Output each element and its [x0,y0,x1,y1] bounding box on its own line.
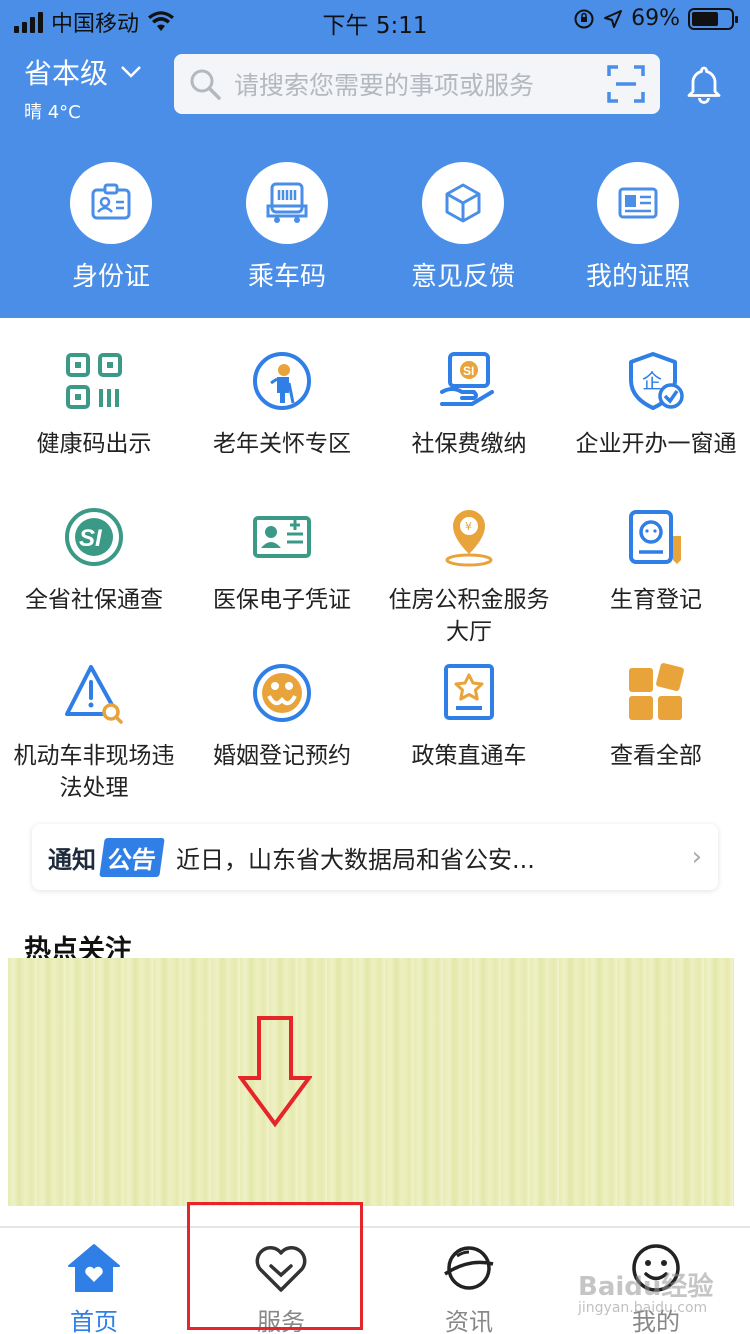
scan-icon[interactable] [606,64,646,104]
svg-text:SI: SI [79,525,103,552]
service-housing-fund[interactable]: ¥ 住房公积金服务大厅 [375,502,563,648]
quick-action-feedback[interactable]: 意见反馈 [388,162,538,293]
tab-home[interactable]: 首页 [0,1242,188,1334]
rotation-lock-icon [574,9,594,28]
enterprise-shield-icon: 企 [629,352,684,410]
svg-text:企: 企 [642,369,662,393]
annotation-arrow-icon [238,1016,312,1128]
planet-icon [444,1246,494,1290]
service-health-code[interactable]: 健康码出示 [0,346,188,460]
location-name: 省本级 [24,57,109,90]
chevron-right-icon: › [691,842,702,872]
notice-bar[interactable]: 通知 公告 近日，山东省大数据局和省公安... › [32,824,718,890]
battery-icon [688,7,738,30]
quick-action-label: 身份证 [71,262,150,292]
tab-news[interactable]: 资讯 [375,1242,563,1334]
social-security-logo-icon: SI [65,508,123,566]
weather-label: 晴 4°C [24,102,81,123]
service-enterprise[interactable]: 企 企业开办一窗通 [562,346,750,460]
service-label: 健康码出示 [36,431,152,457]
watermark-url: jingyan.baidu.com [578,1300,708,1316]
bell-icon[interactable] [684,64,724,104]
quick-action-bus-code[interactable]: 乘车码 [212,162,362,293]
battery-percent: 69% [631,6,680,31]
service-birth-register[interactable]: 生育登记 [562,502,750,616]
tab-label: 首页 [70,1308,118,1334]
quick-action-label: 乘车码 [247,262,326,292]
status-bar: 中国移动 下午 5:11 69% [0,0,750,40]
hot-banner[interactable] [8,958,734,1206]
social-security-pay-icon: SI [440,352,494,406]
service-view-all[interactable]: 查看全部 [562,658,750,772]
quick-action-label: 意见反馈 [410,262,515,292]
chevron-down-icon [121,66,141,78]
service-label: 机动车非现场违法处理 [13,743,175,801]
svg-text:¥: ¥ [465,520,472,533]
policy-book-icon [444,664,494,720]
location-selector[interactable]: 省本级 晴 4°C [24,52,142,124]
announcement-tag: 公告 [99,837,165,877]
service-social-security-pay[interactable]: SI 社保费缴纳 [375,346,563,460]
service-label: 企业开办一窗通 [575,431,737,457]
license-icon [618,187,658,219]
tab-label: 资讯 [445,1308,493,1334]
quick-action-id-card[interactable]: 身份证 [36,162,186,293]
bus-code-icon [266,182,308,223]
service-marriage[interactable]: 婚姻登记预约 [188,658,376,772]
service-label: 社保费缴纳 [411,431,527,457]
qr-code-icon [66,353,122,409]
service-medical-card[interactable]: 医保电子凭证 [188,502,376,616]
service-elderly-care[interactable]: 老年关怀专区 [188,346,376,460]
service-label: 老年关怀专区 [213,431,351,457]
watermark: Baidu经验 [578,1272,714,1302]
service-label: 政策直通车 [411,743,527,769]
annotation-highlight-box [187,1202,363,1330]
feedback-box-icon [445,183,481,223]
service-label: 住房公积金服务大厅 [388,587,550,645]
quick-action-label: 我的证照 [585,262,690,292]
service-label: 医保电子凭证 [213,587,351,613]
location-arrow-icon [604,9,623,28]
search-icon [190,69,221,100]
housing-fund-pin-icon: ¥ [445,510,493,567]
id-card-icon [91,183,131,220]
birth-register-icon [629,510,681,564]
medical-card-icon [253,516,311,558]
service-policy[interactable]: 政策直通车 [375,658,563,772]
service-label: 全省社保通查 [25,587,163,613]
service-social-security-query[interactable]: SI 全省社保通查 [0,502,188,616]
service-label: 生育登记 [610,587,702,613]
service-traffic-violation[interactable]: 机动车非现场违法处理 [0,658,188,804]
service-label: 婚姻登记预约 [213,743,351,769]
service-label: 查看全部 [610,743,702,769]
notice-tag: 通知 [48,845,96,874]
notice-text: 近日，山东省大数据局和省公安... [176,845,535,874]
grid-all-icon [629,663,684,720]
home-icon [68,1244,120,1292]
search-input[interactable]: 请搜索您需要的事项或服务 [234,66,606,102]
svg-text:SI: SI [463,364,474,378]
search-box[interactable]: 请搜索您需要的事项或服务 [174,54,660,114]
traffic-warning-icon [65,665,123,724]
elderly-care-icon [253,352,311,410]
quick-action-my-license[interactable]: 我的证照 [563,162,713,293]
marriage-icon [253,664,311,722]
